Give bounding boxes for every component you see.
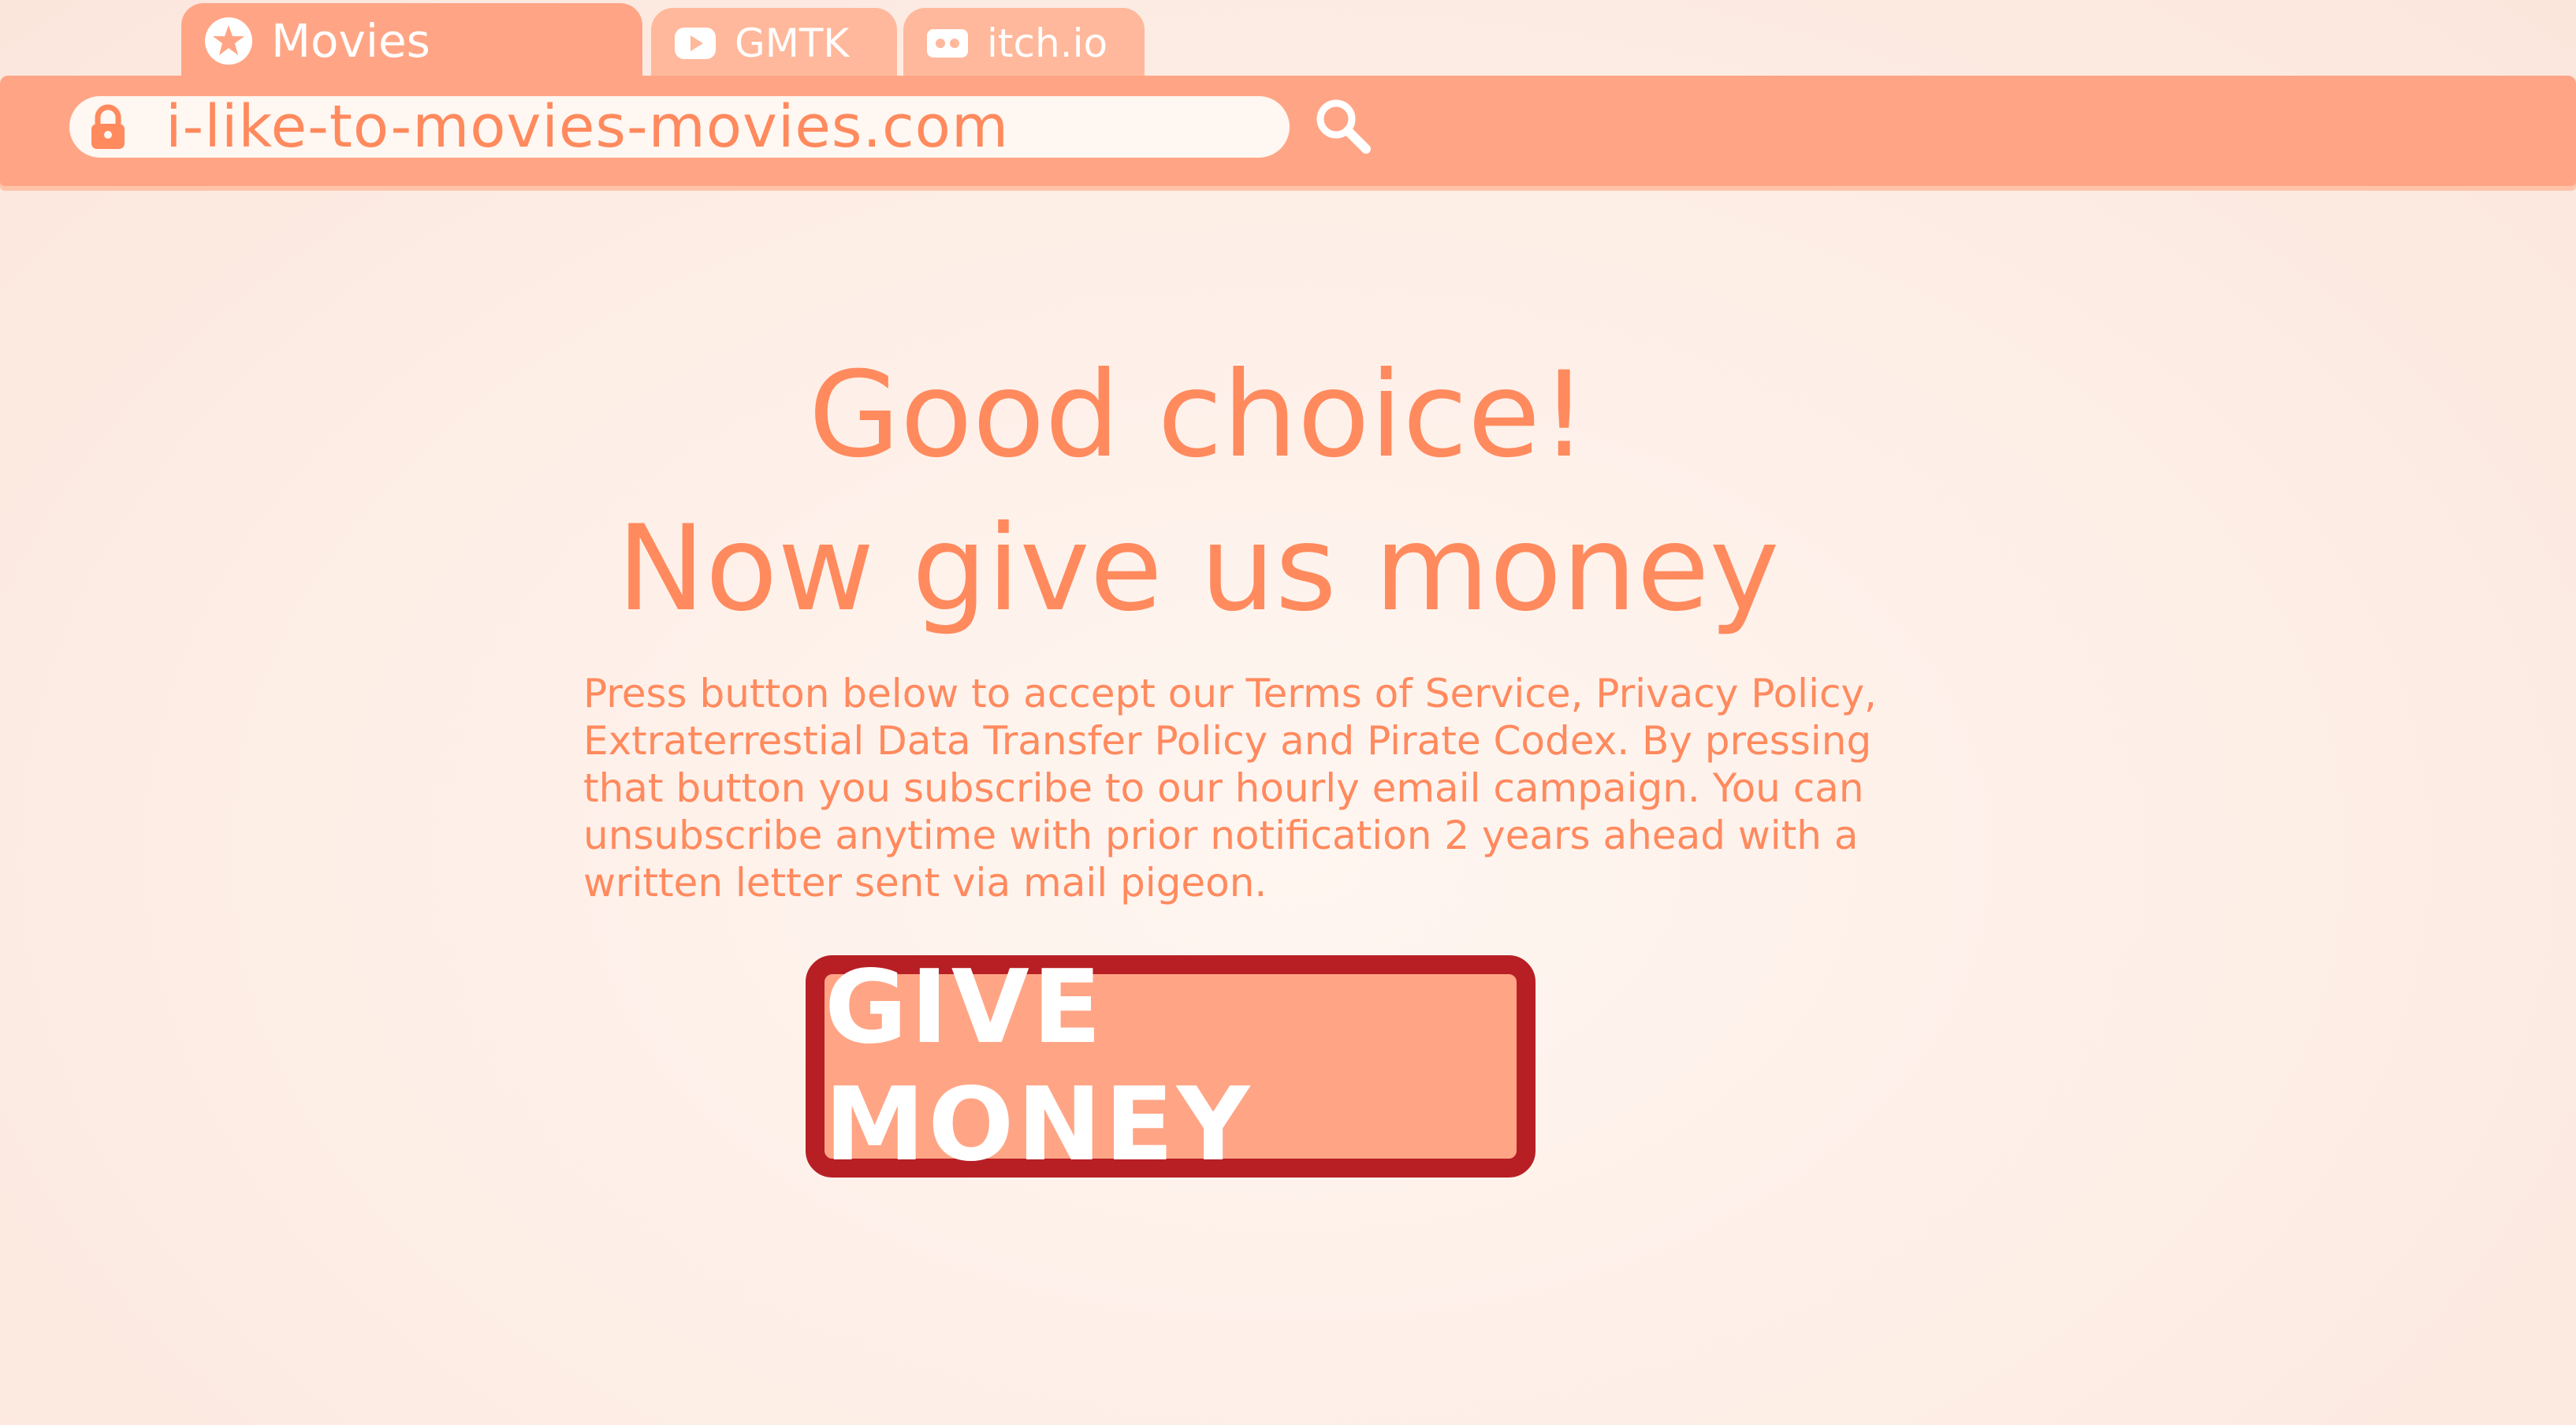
search-button[interactable] [1308,93,1378,162]
itch-icon [925,26,970,61]
browser-toolbar: i-like-to-movies-movies.com [0,76,2576,186]
tab-label: itch.io [987,20,1108,66]
terms-paragraph: Press button below to accept our Terms o… [583,671,1877,906]
headline-good-choice: Good choice! [808,347,1588,484]
browser-window: Movies GMTK itch.io i-like-to-movies-mov… [0,0,2576,1425]
headline-give-money: Now give us money [616,500,1780,638]
tab-gmtk[interactable]: GMTK [651,8,897,79]
lock-icon [87,103,129,151]
search-icon [1312,95,1374,160]
tab-movies[interactable]: Movies [181,3,642,79]
give-money-button[interactable]: GIVE MONEY [806,949,1536,1184]
tab-label: GMTK [735,20,850,66]
address-bar[interactable]: i-like-to-movies-movies.com [69,93,1290,161]
tab-strip: Movies GMTK itch.io [0,0,2576,79]
star-icon [203,16,254,66]
tab-label: Movies [271,14,430,68]
url-text: i-like-to-movies-movies.com [166,93,1010,161]
tab-itch[interactable]: itch.io [903,8,1145,79]
youtube-icon [673,26,717,61]
